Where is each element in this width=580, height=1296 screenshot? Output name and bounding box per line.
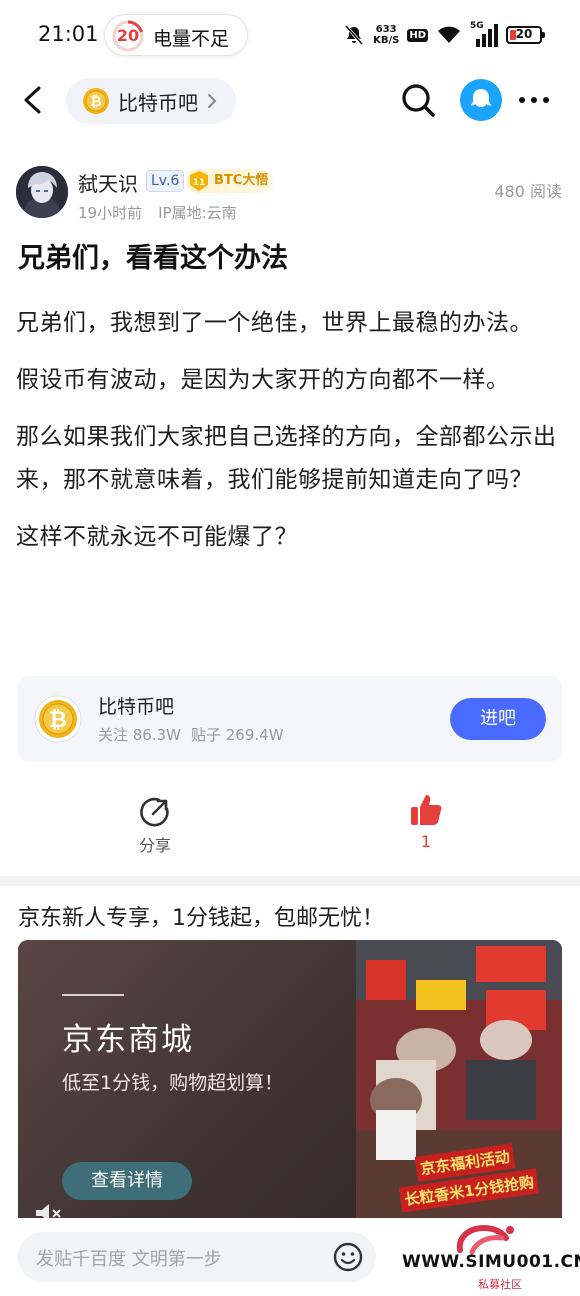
post-paragraph: 假设币有波动，是因为大家开的方向都不一样。 <box>16 367 510 393</box>
ip-location: IP属地:云南 <box>158 204 237 222</box>
status-bar: 21:01 20 电量不足 633 KB/S HD 5G 20 <box>0 0 580 70</box>
wifi-icon <box>438 26 460 43</box>
signal-5g-label: 5G <box>470 21 484 31</box>
title-badge-icon: 11 <box>190 171 208 191</box>
battery-warning-pill[interactable]: 20 电量不足 <box>104 14 248 56</box>
forum-followers: 关注 86.3W <box>98 726 181 744</box>
author-meta: 19小时前 IP属地:云南 <box>78 202 237 223</box>
watermark-sub: 私募社区 <box>478 1278 522 1291</box>
signal-5g-icon: 5G <box>470 21 498 47</box>
mute-icon <box>344 25 364 45</box>
thumbs-up-icon <box>411 795 442 825</box>
post-paragraph: 兄弟们，我想到了一个绝佳，世界上最稳的办法。 <box>16 310 533 336</box>
emoji-icon[interactable] <box>332 1241 364 1273</box>
back-arrow-icon[interactable] <box>14 80 54 120</box>
forum-card-stats: 关注 86.3W 贴子 269.4W <box>98 724 284 745</box>
comment-placeholder: 发贴千百度 文明第一步 <box>36 1249 222 1270</box>
bitcoin-coin-icon: ₿ <box>34 695 82 743</box>
author-row: 弑天识 Lv.6 11 BTC大悟 19小时前 IP属地:云南 480 阅读 <box>0 160 580 224</box>
more-icon[interactable] <box>514 80 554 120</box>
assistant-icon <box>470 89 492 107</box>
assistant-button[interactable] <box>460 79 502 121</box>
status-icons: 633 KB/S HD 5G 20 <box>343 20 545 50</box>
chevron-right-icon <box>208 94 217 108</box>
battery-ring-value: 20 <box>116 26 140 45</box>
net-speed-unit: KB/S <box>373 35 400 46</box>
watermark: WWW.SIMU001.CN 私募社区 <box>398 1220 580 1292</box>
ad-headline[interactable]: 京东新人专享，1分钱起，包邮无忧！ <box>18 900 384 932</box>
status-time: 21:01 <box>38 22 99 46</box>
ad-accent-line <box>62 994 124 996</box>
bitcoin-coin-icon: ₿ <box>83 88 109 114</box>
share-label: 分享 <box>138 836 171 855</box>
ad-text-panel: 京东商城 低至1分钱，购物超划算！ 查看详情 <box>18 940 356 1222</box>
hd-icon: HD <box>407 28 428 42</box>
comment-input[interactable]: 发贴千百度 文明第一步 <box>18 1232 376 1282</box>
post-title: 兄弟们，看看这个办法 <box>18 243 288 274</box>
svg-text:₿: ₿ <box>49 708 67 733</box>
section-divider <box>0 876 580 886</box>
ad-brand: 京东商城 <box>62 1022 194 1058</box>
post-paragraph: 那么如果我们大家把自己选择的方向，全部都公示出来，那不就意味着，我们能够提前知道… <box>16 424 557 493</box>
search-icon[interactable] <box>398 80 438 120</box>
title-badge-label: BTC大悟 <box>214 173 269 188</box>
post-body: 兄弟们，我想到了一个绝佳，世界上最稳的办法。 假设币有波动，是因为大家开的方向都… <box>16 302 564 573</box>
enter-forum-button[interactable]: 进吧 <box>450 698 546 740</box>
forum-card-name: 比特币吧 <box>98 696 175 718</box>
avatar[interactable] <box>16 166 68 218</box>
avatar-image <box>16 166 68 218</box>
forum-pill-name: 比特币吧 <box>118 90 198 115</box>
battery-warning-text: 电量不足 <box>153 28 230 50</box>
like-count: 1 <box>420 832 432 851</box>
post-paragraph: 这样不就永远不可能爆了？ <box>16 524 298 550</box>
ad-slogan: 低至1分钱，购物超划算！ <box>62 1072 284 1094</box>
like-button[interactable]: 1 <box>398 792 454 856</box>
net-speed: 633 KB/S <box>373 24 399 46</box>
post-time: 19小时前 <box>78 204 143 222</box>
title-badge: 11 BTC大悟 <box>186 169 275 193</box>
share-icon <box>140 797 169 827</box>
author-name[interactable]: 弑天识 <box>78 168 138 197</box>
ad-banner[interactable]: 京东商城 低至1分钱，购物超划算！ 查看详情 京东福利活动 长粒香米1分钱抢购 <box>18 940 562 1222</box>
battery-level: 20 <box>515 27 533 41</box>
share-button[interactable]: 分享 <box>128 796 182 856</box>
forum-entry-pill[interactable]: ₿ 比特币吧 <box>66 78 236 124</box>
bottom-bar: 发贴千百度 文明第一步 WWW.SIMU001.CN 私募社区 <box>0 1218 580 1296</box>
watermark-logo-icon <box>456 1224 514 1255</box>
level-badge: Lv.6 <box>146 170 185 192</box>
title-badge-num: 11 <box>193 178 206 188</box>
ad-photo: 京东福利活动 长粒香米1分钱抢购 <box>356 940 562 1222</box>
net-speed-value: 633 <box>375 24 397 35</box>
forum-card[interactable]: ₿ 比特币吧 关注 86.3W 贴子 269.4W 进吧 <box>18 676 562 762</box>
svg-text:₿: ₿ <box>90 94 101 110</box>
battery-icon: 20 <box>506 26 545 44</box>
forum-posts: 贴子 269.4W <box>191 726 284 744</box>
watermark-site: WWW.SIMU001.CN <box>402 1252 580 1272</box>
read-count: 480 阅读 <box>494 182 562 201</box>
nav-bar: ₿ 比特币吧 <box>0 72 580 130</box>
ad-details-button[interactable]: 查看详情 <box>62 1162 192 1200</box>
